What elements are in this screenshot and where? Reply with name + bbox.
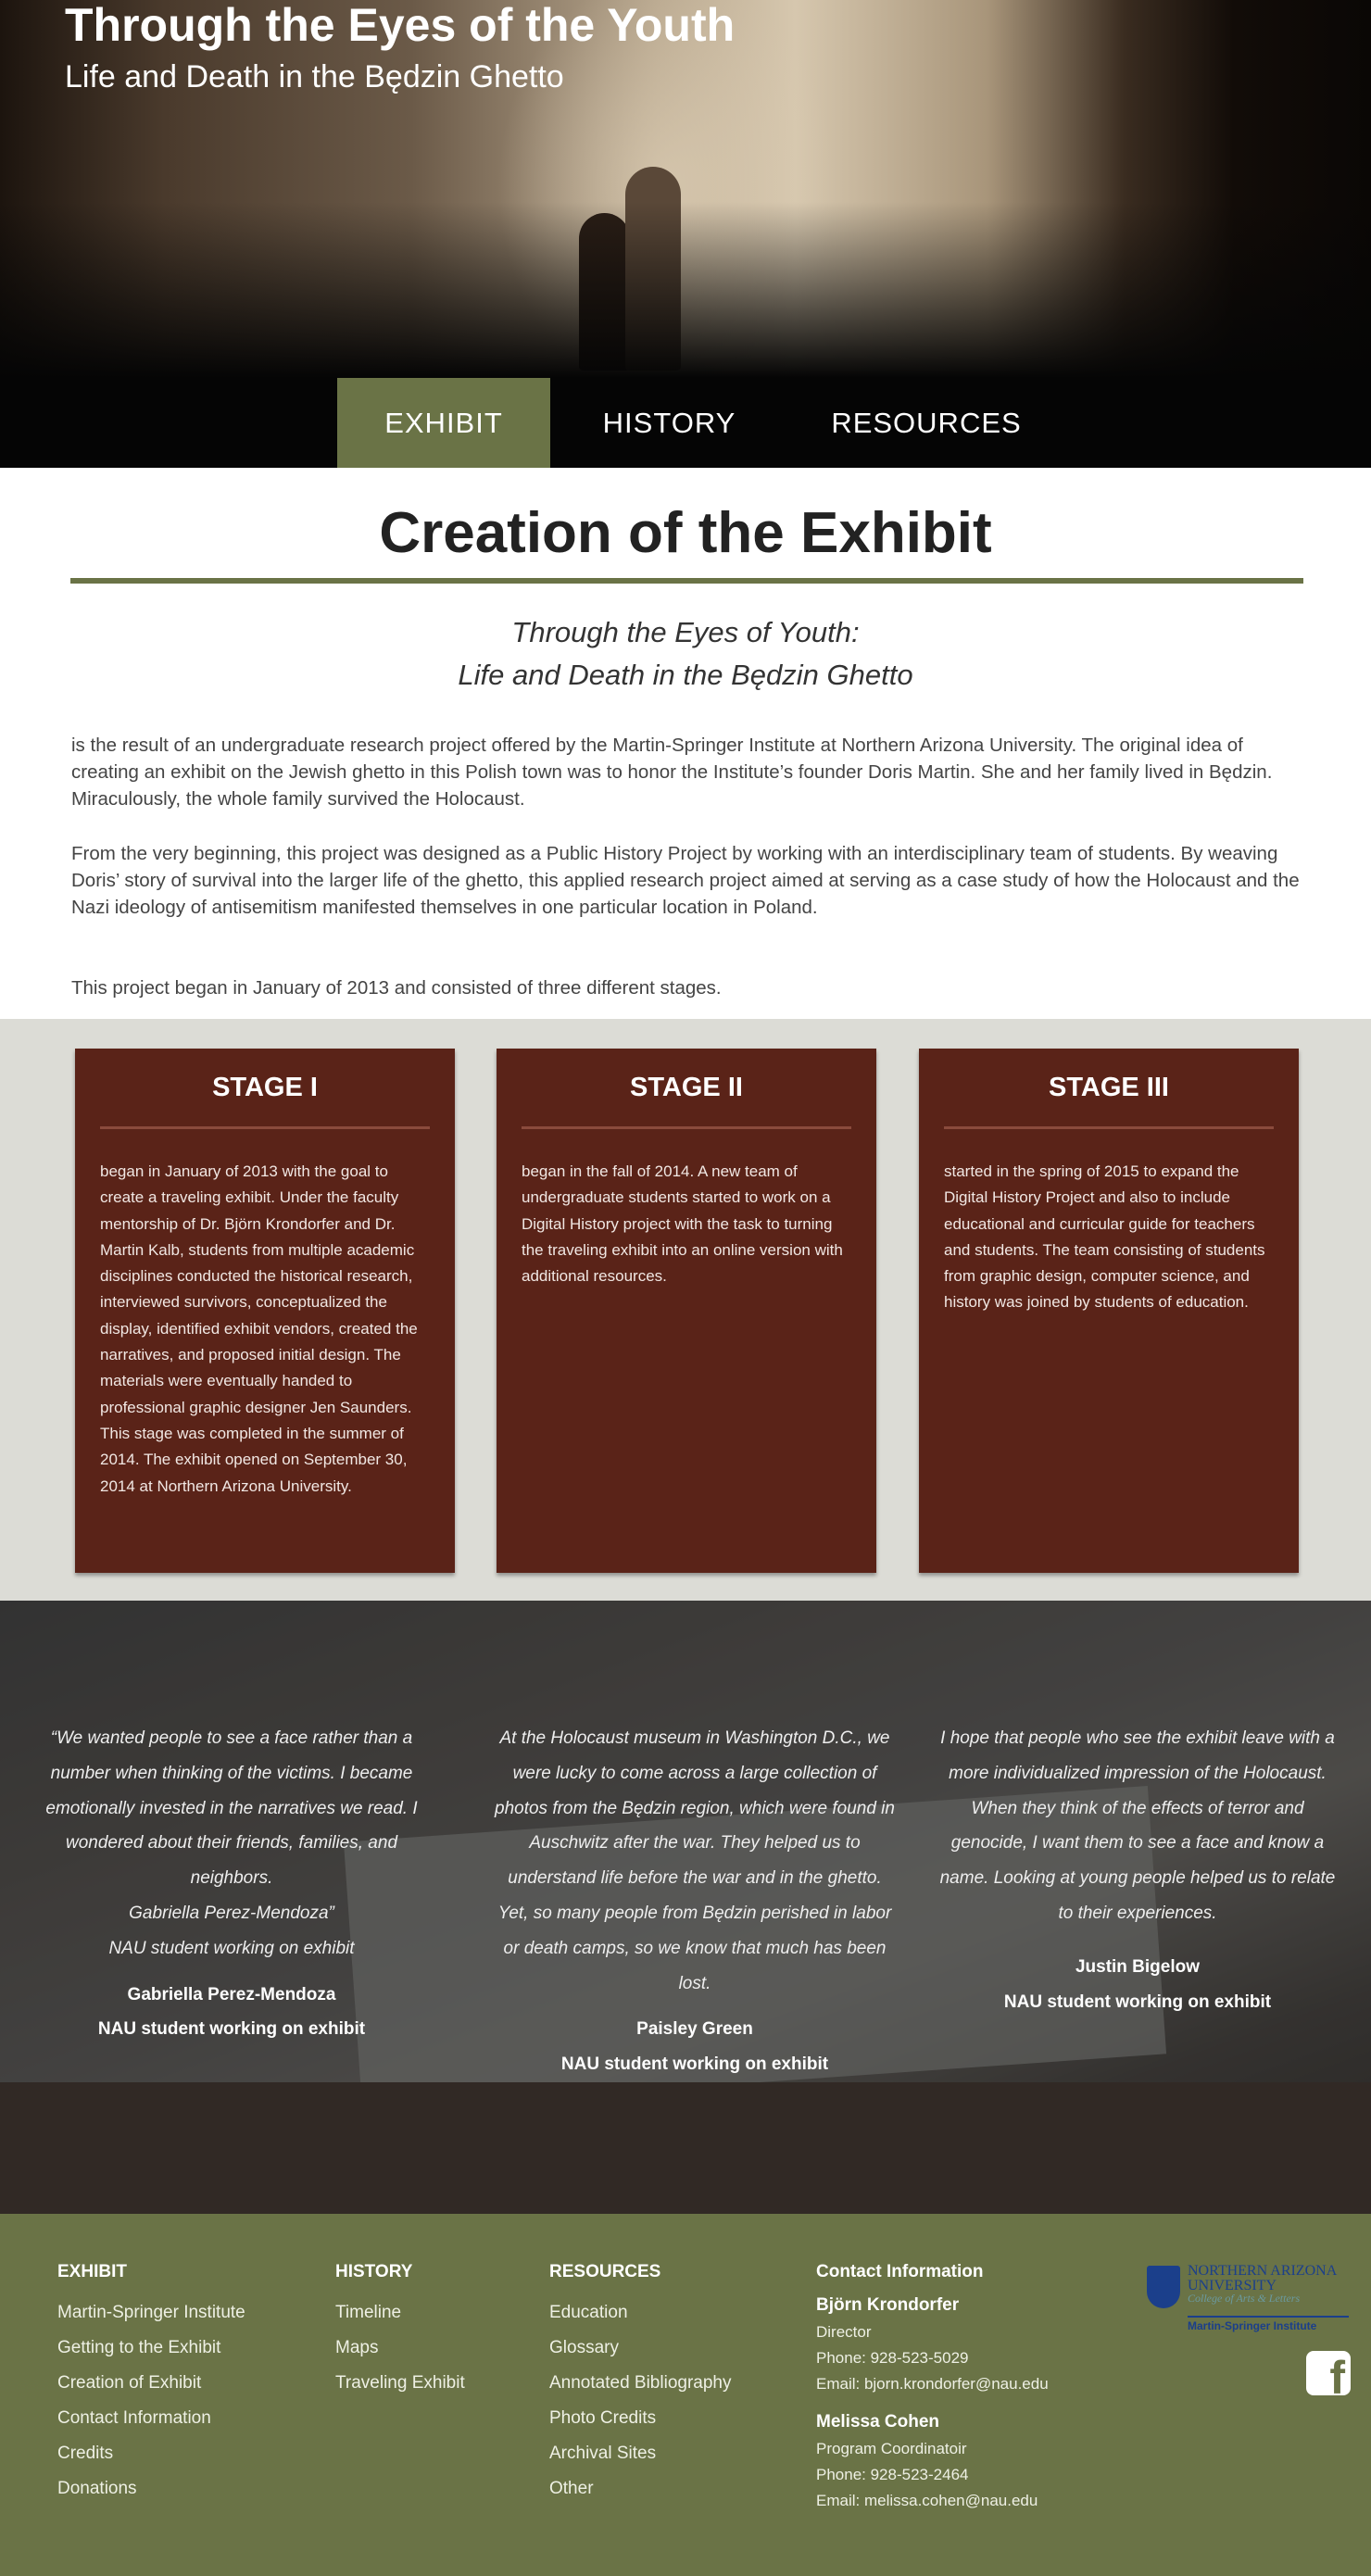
subtitle-line: Life and Death in the Będzin Ghetto xyxy=(458,659,913,691)
contact-email[interactable]: Email: melissa.cohen@nau.edu xyxy=(816,2488,1049,2514)
stage-title: STAGE I xyxy=(212,1073,318,1102)
stage-divider xyxy=(100,1126,430,1129)
logo-line: NORTHERN ARIZONA xyxy=(1188,2263,1338,2279)
footer-link[interactable]: Contact Information xyxy=(57,2401,245,2436)
facebook-icon[interactable]: f xyxy=(1306,2351,1351,2395)
quote-block: At the Holocaust museum in Washington D.… xyxy=(491,1721,899,2082)
footer-heading[interactable]: HISTORY xyxy=(335,2262,465,2282)
quote-author: Justin Bigelow xyxy=(1075,1956,1201,1977)
footer-link[interactable]: Glossary xyxy=(549,2331,731,2366)
footer-link[interactable]: Creation of Exhibit xyxy=(57,2366,245,2401)
footer-link[interactable]: Credits xyxy=(57,2436,245,2471)
quote-author: Paisley Green xyxy=(636,2019,753,2040)
contact-name: Melissa Cohen xyxy=(816,2412,940,2431)
logo-line: College of Arts & Letters xyxy=(1188,2292,1301,2305)
main-nav: EXHIBIT HISTORY RESOURCES xyxy=(0,378,1371,468)
site-subtitle: Life and Death in the Będzin Ghetto xyxy=(65,59,564,94)
footer-heading: Contact Information xyxy=(816,2262,984,2281)
nav-exhibit[interactable]: EXHIBIT xyxy=(337,378,550,468)
title-divider xyxy=(70,578,1303,584)
contact-name: Björn Krondorfer xyxy=(816,2295,960,2315)
stage-card: STAGE II began in the fall of 2014. A ne… xyxy=(497,1049,876,1573)
quote-block: I hope that people who see the exhibit l… xyxy=(934,1721,1341,2019)
footer-link[interactable]: Other xyxy=(549,2471,731,2507)
stage-card: STAGE III started in the spring of 2015 … xyxy=(919,1049,1299,1573)
page-title: Creation of the Exhibit xyxy=(379,501,992,565)
footer-link[interactable]: Martin-Springer Institute xyxy=(57,2295,245,2331)
logo-divider xyxy=(1188,2316,1349,2318)
nav-resources[interactable]: RESOURCES xyxy=(806,378,1047,468)
stage-divider xyxy=(522,1126,851,1129)
quote-text: At the Holocaust museum in Washington D.… xyxy=(495,1728,895,1993)
footer-link[interactable]: Timeline xyxy=(335,2295,465,2331)
quote-role: NAU student working on exhibit xyxy=(1003,1992,1272,2012)
quote-text: “We wanted people to see a face rather t… xyxy=(45,1728,418,1958)
quotes-section: “We wanted people to see a face rather t… xyxy=(0,1601,1371,2214)
exhibit-subtitle: Through the Eyes of Youth: Life and Deat… xyxy=(0,611,1371,697)
quote-role: NAU student working on exhibit xyxy=(560,2055,829,2075)
hero-photo-figure xyxy=(579,213,630,371)
footer-heading[interactable]: EXHIBIT xyxy=(57,2262,245,2282)
contact-phone: Phone: 928-523-5029 xyxy=(816,2349,969,2367)
footer-link[interactable]: Maps xyxy=(335,2331,465,2366)
footer: EXHIBIT Martin-Springer Institute Gettin… xyxy=(0,2214,1371,2576)
footer-link[interactable]: Donations xyxy=(57,2471,245,2507)
intro-paragraph: is the result of an undergraduate resear… xyxy=(71,735,1273,810)
footer-exhibit-column: EXHIBIT Martin-Springer Institute Gettin… xyxy=(57,2262,245,2507)
logo-line: Martin-Springer Institute xyxy=(1188,2319,1317,2332)
footer-link[interactable]: Getting to the Exhibit xyxy=(57,2331,245,2366)
footer-link[interactable]: Photo Credits xyxy=(549,2401,731,2436)
intro-paragraph: This project began in January of 2013 an… xyxy=(71,977,722,999)
footer-link[interactable]: Archival Sites xyxy=(549,2436,731,2471)
footer-history-column: HISTORY Timeline Maps Traveling Exhibit xyxy=(335,2262,465,2401)
stage-text: began in the fall of 2014. A new team of… xyxy=(522,1162,843,1286)
nau-shield-icon xyxy=(1147,2266,1180,2308)
stage-divider xyxy=(944,1126,1274,1129)
hero-banner: Through the Eyes of the Youth Life and D… xyxy=(0,0,1371,378)
hero-photo-figure xyxy=(625,167,681,371)
contact-phone: Phone: 928-523-2464 xyxy=(816,2466,969,2483)
footer-heading[interactable]: RESOURCES xyxy=(549,2262,731,2282)
contact-title: Program Coordinatoir xyxy=(816,2440,967,2457)
quote-author: Gabriella Perez-Mendoza xyxy=(127,1984,336,2004)
quote-role: NAU student working on exhibit xyxy=(97,2019,366,2040)
contact-email[interactable]: Email: bjorn.krondorfer@nau.edu xyxy=(816,2371,1049,2397)
stage-title: STAGE III xyxy=(1049,1073,1169,1102)
footer-link[interactable]: Annotated Bibliography xyxy=(549,2366,731,2401)
quote-text: I hope that people who see the exhibit l… xyxy=(939,1728,1336,1923)
stage-title: STAGE II xyxy=(630,1073,743,1102)
footer-contact-column: Contact Information Björn Krondorfer Dir… xyxy=(816,2262,1049,2514)
quote-block: “We wanted people to see a face rather t… xyxy=(28,1721,435,2047)
site-title[interactable]: Through the Eyes of the Youth xyxy=(65,0,735,52)
footer-link[interactable]: Traveling Exhibit xyxy=(335,2366,465,2401)
footer-resources-column: RESOURCES Education Glossary Annotated B… xyxy=(549,2262,731,2507)
footer-link[interactable]: Education xyxy=(549,2295,731,2331)
stage-card: STAGE I began in January of 2013 with th… xyxy=(75,1049,455,1573)
stage-text: began in January of 2013 with the goal t… xyxy=(100,1162,418,1495)
subtitle-line: Through the Eyes of Youth: xyxy=(511,616,860,648)
contact-title: Director xyxy=(816,2323,872,2341)
nav-history[interactable]: HISTORY xyxy=(574,378,764,468)
stages-section: STAGE I began in January of 2013 with th… xyxy=(0,1019,1371,1601)
stage-text: started in the spring of 2015 to expand … xyxy=(944,1162,1265,1312)
intro-paragraph: From the very beginning, this project wa… xyxy=(71,843,1300,918)
